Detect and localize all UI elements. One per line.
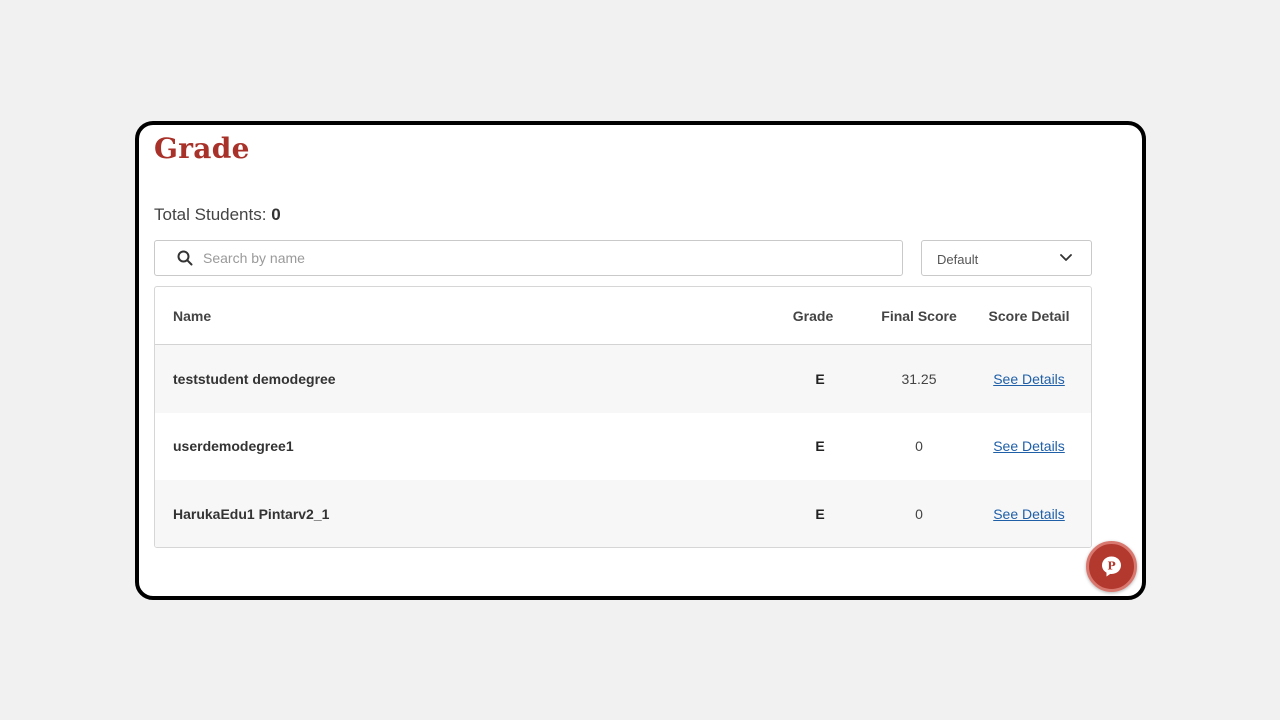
score-detail-cell: See Details bbox=[973, 371, 1085, 387]
student-grade: E bbox=[815, 438, 825, 455]
search-box[interactable] bbox=[154, 240, 903, 276]
see-details-link[interactable]: See Details bbox=[993, 438, 1065, 454]
score-detail-cell: See Details bbox=[973, 438, 1085, 454]
see-details-link[interactable]: See Details bbox=[993, 371, 1065, 387]
grade-panel: Grade Total Students: 0 Default Name Gra… bbox=[135, 121, 1146, 600]
student-grade: E bbox=[815, 370, 825, 387]
chat-p-icon: P bbox=[1102, 556, 1121, 577]
total-students: Total Students: 0 bbox=[154, 205, 281, 225]
student-grade: E bbox=[815, 505, 825, 522]
table-row: HarukaEdu1 Pintarv2_1 E 0 See Details bbox=[155, 480, 1091, 547]
table-row: teststudent demodegree E 31.25 See Detai… bbox=[155, 345, 1091, 413]
header-name[interactable]: Name bbox=[173, 308, 211, 324]
sort-dropdown-value: Default bbox=[937, 252, 979, 267]
score-detail-cell: See Details bbox=[973, 506, 1085, 522]
header-final-score[interactable]: Final Score bbox=[869, 308, 969, 324]
student-final-score: 0 bbox=[915, 438, 923, 455]
page-title: Grade bbox=[154, 132, 250, 165]
search-icon bbox=[177, 250, 193, 266]
sort-dropdown[interactable]: Default bbox=[921, 240, 1092, 276]
header-grade[interactable]: Grade bbox=[773, 308, 853, 324]
student-name: teststudent demodegree bbox=[173, 370, 336, 387]
student-name: HarukaEdu1 Pintarv2_1 bbox=[173, 505, 330, 522]
chevron-down-icon bbox=[1060, 254, 1072, 261]
see-details-link[interactable]: See Details bbox=[993, 506, 1065, 522]
table-row: userdemodegree1 E 0 See Details bbox=[155, 413, 1091, 481]
student-name: userdemodegree1 bbox=[173, 438, 294, 455]
chat-p-letter: P bbox=[1107, 560, 1115, 573]
chat-button[interactable]: P bbox=[1086, 541, 1137, 592]
student-final-score: 31.25 bbox=[901, 370, 937, 387]
grade-table: Name Grade Final Score Score Detail test… bbox=[154, 286, 1092, 548]
student-final-score: 0 bbox=[915, 505, 923, 522]
table-header: Name Grade Final Score Score Detail bbox=[155, 287, 1091, 345]
total-students-label: Total Students: bbox=[154, 205, 272, 224]
total-students-count: 0 bbox=[271, 205, 281, 224]
header-score-detail: Score Detail bbox=[988, 307, 1070, 324]
search-input[interactable] bbox=[203, 241, 883, 275]
